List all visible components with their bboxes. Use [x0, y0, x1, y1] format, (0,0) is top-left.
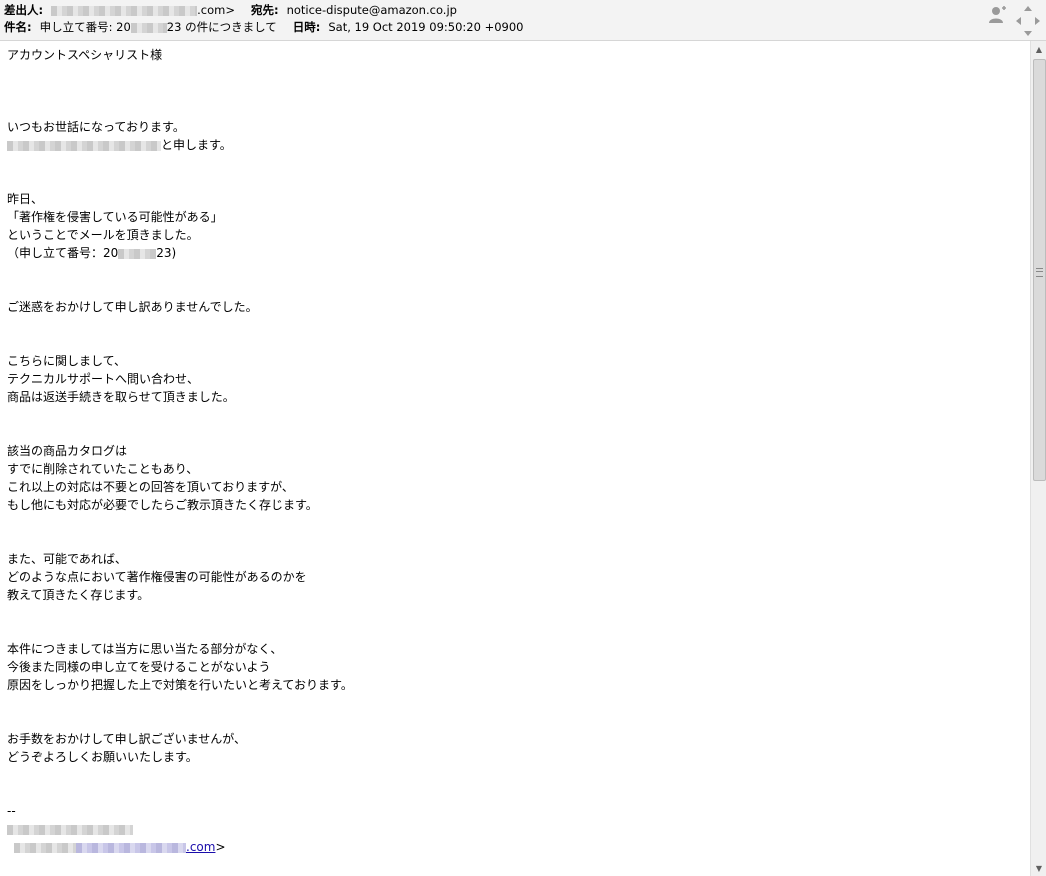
redacted-subject-number: [130, 22, 167, 33]
date-label: 日時:: [292, 20, 321, 34]
person-add-icon[interactable]: [986, 4, 1008, 26]
body-line: 教えて頂きたく存じます。: [7, 588, 150, 602]
body-line: 今後また同様の申し立てを受けることがないよう: [7, 660, 271, 674]
body-line: どのような点において著作権侵害の可能性があるのかを: [7, 570, 307, 584]
signature-email-link[interactable]: .com: [186, 840, 215, 854]
body-line: 「著作権を侵害している可能性がある」: [7, 210, 223, 224]
body-line: すでに削除されていたこともあり、: [7, 462, 199, 476]
from-label: 差出人:: [4, 3, 44, 17]
redacted-signature-name: [7, 824, 133, 835]
body-line: これ以上の対応は不要との回答を頂いておりますが、: [7, 480, 294, 494]
body-line: 本件につきましては当方に思い当たる部分がなく、: [7, 642, 283, 656]
body-line-claim-number: （申し立て番号：20 23): [7, 244, 176, 262]
signature-email-close: >: [215, 840, 226, 854]
scroll-grip-icon: [1036, 268, 1043, 277]
body-line: 原因をしっかり把握した上で対策を行いたいと考えております。: [7, 678, 353, 692]
body-line: いつもお世話になっております。: [7, 120, 185, 134]
subject-label: 件名:: [4, 20, 32, 34]
scroll-thumb[interactable]: [1033, 59, 1046, 481]
body-line: こちらに関しまして、: [7, 354, 127, 368]
signature-email: .com>: [14, 838, 226, 856]
to-label: 宛先:: [250, 3, 279, 17]
redacted-signature-email[interactable]: [76, 842, 186, 853]
body-line: 該当の商品カタログは: [7, 444, 128, 458]
subject-suffix: 23 の件につきまして: [166, 20, 277, 34]
scroll-down-arrow-icon[interactable]: ▼: [1031, 860, 1046, 876]
navigation-arrows-icon[interactable]: [1014, 4, 1042, 38]
body-line: 昨日、: [7, 192, 44, 206]
body-line: どうぞよろしくお願いいたします。: [7, 750, 198, 764]
body-line: 商品は返送手続きを取らせて頂きました。: [7, 390, 235, 404]
vertical-scrollbar[interactable]: ▲ ▼: [1030, 41, 1046, 876]
body-line: もし他にも対応が必要でしたらご教示頂きたく存じます。: [7, 498, 318, 512]
to-value[interactable]: notice-dispute@amazon.co.jp: [287, 3, 457, 17]
redacted-signature-prefix: [14, 842, 76, 853]
claim-number-suffix: 23): [156, 246, 177, 260]
date-value: Sat, 19 Oct 2019 09:50:20 +0900: [328, 20, 524, 34]
scroll-up-arrow-icon[interactable]: ▲: [1031, 41, 1046, 57]
message-header: 差出人: .com> 宛先: notice-dispute@amazon.co.jp …: [0, 0, 1046, 41]
redacted-sender: [51, 5, 198, 16]
body-line: テクニカルサポートへ問い合わせ、: [7, 372, 200, 386]
body-line: お手数をおかけして申し訳ございませんが、: [7, 732, 247, 746]
header-row-from-to: 差出人: .com> 宛先: notice-dispute@amazon.co.jp: [4, 2, 457, 18]
from-value[interactable]: .com>: [197, 3, 235, 17]
message-body: アカウントスペシャリスト様 いつもお世話になっております。 と申します。 昨日、…: [0, 41, 1030, 876]
subject-prefix: 申し立て番号: 20: [39, 20, 131, 34]
body-line: ご迷惑をおかけして申し訳ありませんでした。: [7, 300, 258, 314]
body-line-name: と申します。: [7, 136, 232, 154]
body-line: ということでメールを頂きました。: [7, 228, 199, 242]
body-line: また、可能であれば、: [7, 552, 127, 566]
claim-number-prefix: （申し立て番号：20: [7, 246, 119, 260]
header-row-subject-date: 件名: 申し立て番号: 20 23 の件につきまして 日時: Sat, 19 Oct 2…: [4, 19, 523, 35]
redacted-name: [7, 140, 161, 151]
signature-separator: --: [7, 804, 16, 818]
name-suffix: と申します。: [161, 138, 232, 152]
greeting: アカウントスペシャリスト様: [7, 48, 163, 62]
signature-name: [7, 820, 133, 838]
redacted-claim-number: [118, 248, 157, 259]
